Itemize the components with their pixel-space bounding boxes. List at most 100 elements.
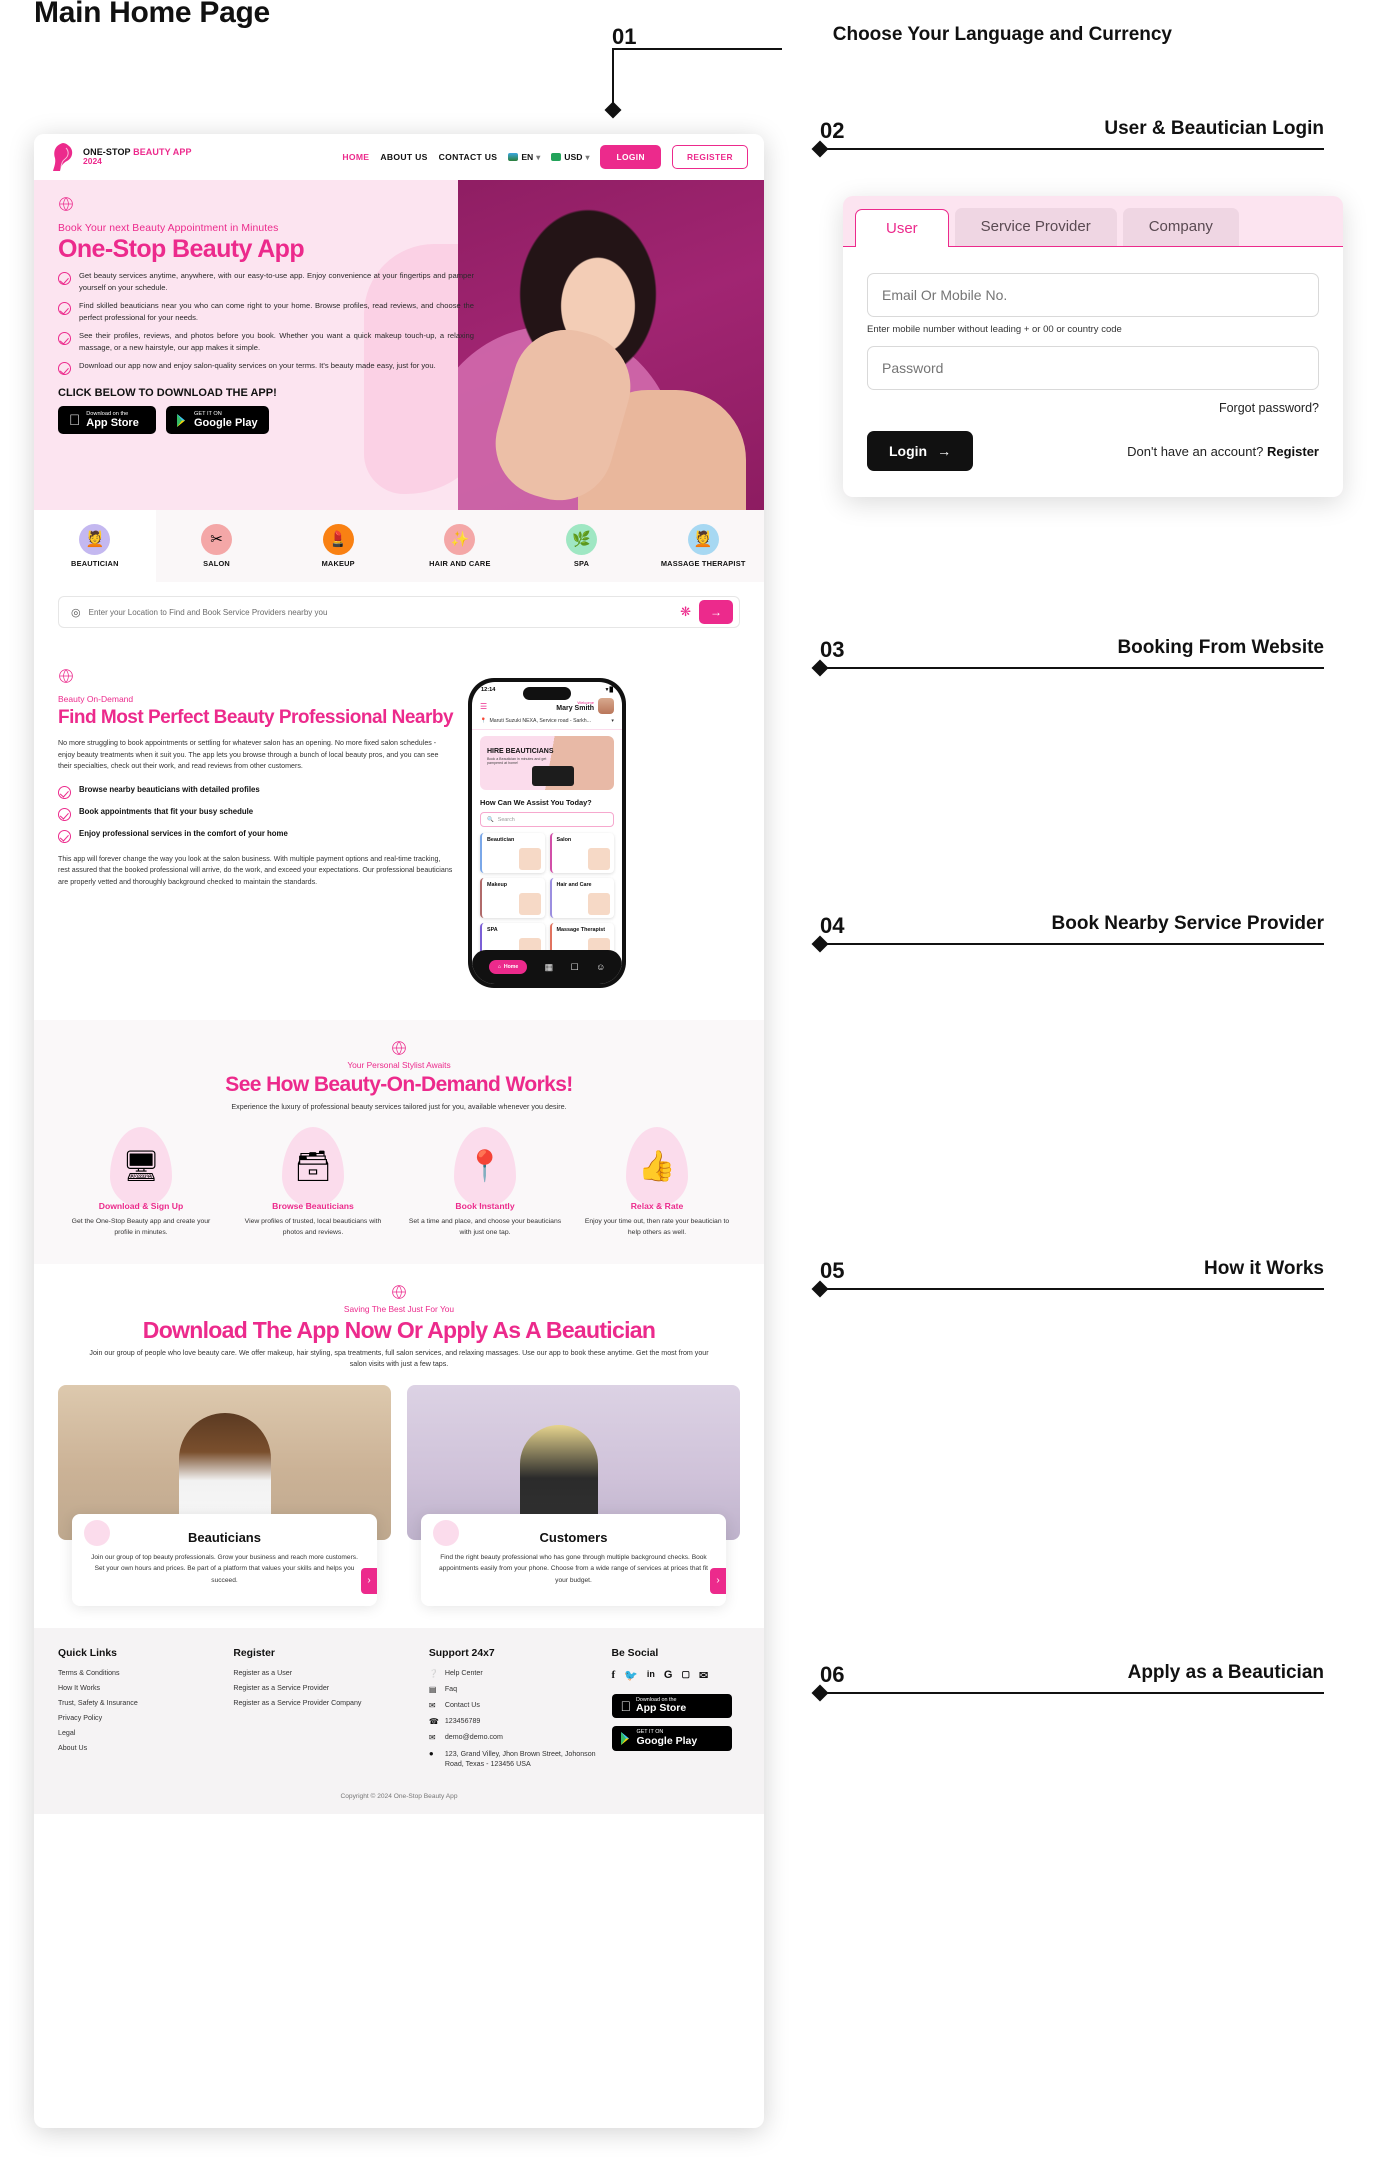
nearby-spacer (34, 998, 764, 1020)
email-or-mobile-input[interactable] (867, 273, 1319, 317)
flower-ornament-icon (392, 1041, 406, 1055)
footer-link[interactable]: Legal (58, 1729, 221, 1737)
massage-icon: 💆 (687, 523, 719, 555)
phone-card-hair-and-care[interactable]: Hair and Care (549, 878, 614, 918)
location-search-bar[interactable]: ◎ Enter your Location to Find and Book S… (58, 596, 740, 628)
brand-logo[interactable]: ONE-STOP BEAUTY APP 2024 (50, 142, 192, 172)
category-makeup[interactable]: 💄 MAKEUP (277, 510, 399, 582)
phone-card-salon[interactable]: Salon (549, 833, 614, 873)
nearby-bullet: Book appointments that fit your busy sch… (58, 806, 454, 821)
hero-kicker: Book Your next Beauty Appointment in Min… (58, 223, 279, 234)
avatar[interactable] (598, 698, 614, 714)
currency-selector[interactable]: USD ▾ (551, 152, 589, 162)
category-salon[interactable]: ✂ SALON (156, 510, 278, 582)
footer-social: Be Social f 🐦 in G ▢ ✉  Download on the… (611, 1648, 740, 1777)
phone-card-beautician[interactable]: Beautician (480, 833, 545, 873)
phone-location-text: Maruti Suzuki NEXA, Service road - Sarkh… (489, 718, 591, 724)
location-search-submit-button[interactable]: → (699, 600, 733, 624)
footer-play-store-big: Google Play (636, 1735, 698, 1748)
twitter-icon[interactable]: 🐦 (624, 1669, 638, 1682)
faq-icon: ▤ (428, 1684, 437, 1694)
phone-nav-home[interactable]: ⌂ Home (488, 960, 528, 974)
phone-location-bar[interactable]: 📍 Maruti Suzuki NEXA, Service road - Sar… (472, 718, 622, 730)
phone-card-makeup[interactable]: Makeup (480, 878, 545, 918)
footer-support-item[interactable]: ❔ Help Center (429, 1669, 600, 1678)
hamburger-menu-icon[interactable]: ☰ (480, 702, 487, 711)
nav-contact-us[interactable]: CONTACT US (439, 152, 498, 162)
footer-link[interactable]: Register as a Service Provider Company (233, 1699, 417, 1707)
footer-link[interactable]: How It Works (58, 1684, 221, 1692)
category-spa[interactable]: 🌿 SPA (521, 510, 643, 582)
callout-01-number: 01 (612, 24, 637, 49)
nearby-outro: This app will forever change the way you… (58, 854, 453, 886)
step-desc: Set a time and place, and choose your be… (408, 1218, 562, 1236)
location-pin-icon: 📍 (480, 718, 487, 724)
footer-link[interactable]: About Us (58, 1744, 221, 1752)
wallet-icon[interactable]: ☐ (571, 962, 579, 973)
language-selector[interactable]: EN ▾ (508, 152, 540, 162)
forgot-password-link[interactable]: Forgot password? (1219, 401, 1319, 415)
site-header: ONE-STOP BEAUTY APP 2024 HOME ABOUT US C… (34, 134, 764, 180)
step-title: Browse Beauticians (272, 1201, 354, 1211)
footer-support-item[interactable]: ▤ Faq (429, 1685, 600, 1694)
bookings-icon[interactable]: ▦ (545, 962, 554, 973)
password-input[interactable] (867, 346, 1319, 390)
crosshair-icon[interactable]: ❋ (680, 604, 691, 620)
footer-google-play-button[interactable]: GET IT ON Google Play (611, 1726, 732, 1752)
email-icon[interactable]: ✉ (699, 1669, 708, 1682)
mail-icon: ✉ (428, 1732, 436, 1742)
check-circle-icon (58, 829, 71, 843)
facebook-icon[interactable]: f (612, 1669, 616, 1682)
how-it-works-title: See How Beauty-On-Demand Works! (225, 1073, 573, 1096)
footer-app-store-button[interactable]:  Download on the App Store (611, 1693, 732, 1719)
footer-support-item[interactable]: ☎ 123456789 (429, 1717, 600, 1726)
linkedin-icon[interactable]: in (647, 1669, 655, 1682)
footer-link[interactable]: Terms & Conditions (58, 1669, 221, 1677)
app-store-button[interactable]:  Download on the App Store (58, 406, 156, 435)
hero-bullet-text: See their profiles, reviews, and photos … (79, 331, 474, 352)
header-login-button[interactable]: LOGIN (600, 145, 661, 169)
chevron-right-icon[interactable]: › (361, 1567, 377, 1594)
header-register-button[interactable]: REGISTER (671, 145, 748, 169)
chevron-down-icon: ▾ (585, 152, 590, 162)
register-link[interactable]: Register (1267, 444, 1319, 459)
category-hair-and-care[interactable]: ✨ HAIR AND CARE (399, 510, 521, 582)
chevron-right-icon[interactable]: › (710, 1567, 726, 1594)
callout-01-connector (604, 48, 782, 119)
login-tabs: User Service Provider Company (843, 196, 1343, 247)
callout-02-label: User & Beautician Login (1104, 118, 1324, 139)
login-button[interactable]: Login → (867, 431, 974, 471)
footer-support-item[interactable]: ✉ demo@demo.com (429, 1733, 600, 1742)
currency-value: USD (564, 152, 583, 162)
category-massage-therapist[interactable]: 💆 MASSAGE THERAPIST (642, 510, 764, 582)
google-play-button[interactable]: GET IT ON Google Play (166, 406, 269, 435)
footer-support-item[interactable]: ✉ Contact Us (429, 1701, 600, 1710)
callout-06-number: 06 (820, 1662, 845, 1687)
language-value: EN (521, 152, 534, 162)
tab-company[interactable]: Company (1122, 208, 1239, 246)
phone-promo-banner[interactable]: HIRE BEAUTICIANS Book a Beautician in mi… (480, 736, 614, 790)
tab-service-provider[interactable]: Service Provider (954, 208, 1117, 246)
footer-support-text: demo@demo.com (444, 1732, 503, 1741)
callout-02-number: 02 (820, 118, 845, 143)
instagram-icon[interactable]: ▢ (681, 1669, 690, 1682)
footer-link[interactable]: Trust, Safety & Insurance (58, 1699, 221, 1707)
callout-04-label: Book Nearby Service Provider (1051, 913, 1324, 934)
tab-service-provider-label: Service Provider (980, 218, 1091, 235)
footer-support-text: 123456789 (444, 1716, 481, 1725)
nav-about-us[interactable]: ABOUT US (380, 152, 427, 162)
profile-icon[interactable]: ☺ (596, 962, 605, 972)
nav-home[interactable]: HOME (342, 152, 369, 162)
category-beautician[interactable]: 💆 BEAUTICIAN (34, 510, 156, 582)
phone-search-input[interactable]: 🔍 Search (480, 812, 614, 827)
play-store-big: Google Play (194, 417, 258, 430)
callout-03-number: 03 (820, 637, 845, 662)
footer-link[interactable]: Register as a Service Provider (233, 1684, 417, 1692)
tab-user[interactable]: User (855, 209, 949, 247)
category-label: SALON (203, 558, 230, 568)
footer-link[interactable]: Register as a User (233, 1669, 417, 1677)
phone-question: How Can We Assist You Today? (480, 798, 592, 807)
google-icon[interactable]: G (664, 1669, 673, 1682)
search-icon: 🔍 (487, 816, 494, 823)
footer-link[interactable]: Privacy Policy (58, 1714, 221, 1722)
